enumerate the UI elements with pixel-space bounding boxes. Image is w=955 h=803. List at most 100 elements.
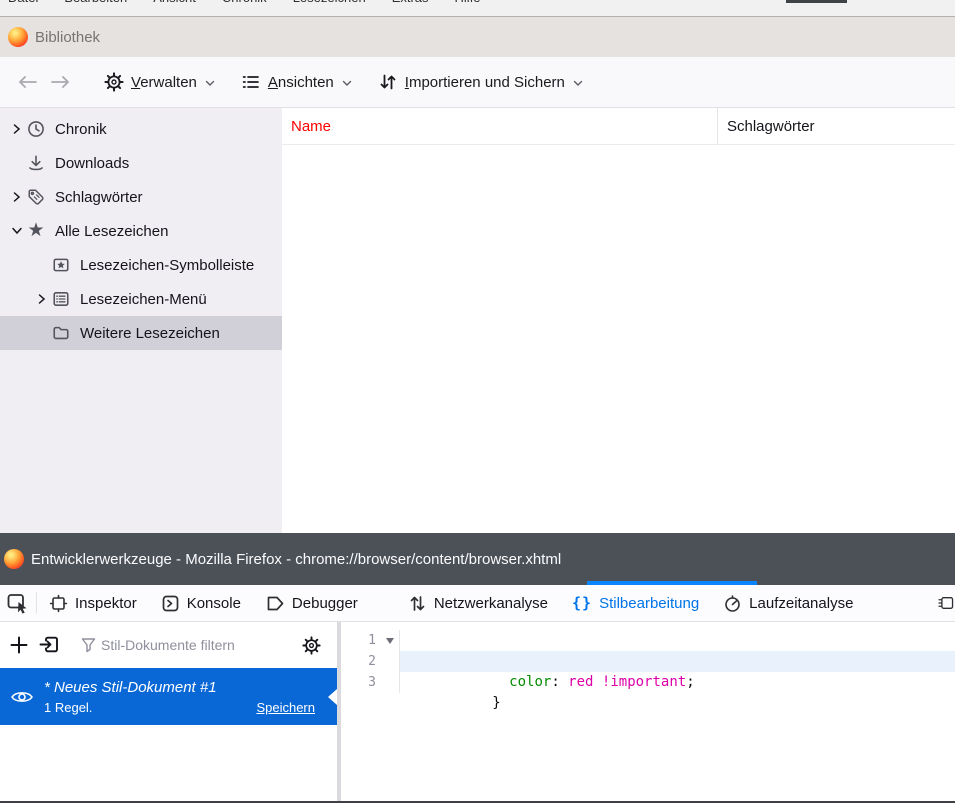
library-toolbar: Verwalten Ansichten bbox=[0, 57, 955, 108]
node-picker-button[interactable] bbox=[0, 585, 36, 621]
inspector-icon bbox=[49, 594, 68, 613]
debugger-icon bbox=[265, 594, 285, 613]
stylesheet-toolbar bbox=[0, 622, 337, 668]
code-line-active[interactable]: 2 color: red !important; bbox=[341, 651, 955, 672]
collapse-chevron-icon[interactable] bbox=[8, 227, 26, 235]
devtools-titlebar: Entwicklerwerkzeuge - Mozilla Firefox - … bbox=[0, 533, 955, 585]
bookmarks-toolbar-icon bbox=[51, 255, 71, 275]
sidebar-item-label: Alle Lesezeichen bbox=[55, 223, 168, 240]
library-main-pane: Name Schlagwörter bbox=[282, 108, 955, 533]
line-number: 2 bbox=[341, 651, 381, 672]
node-picker-icon bbox=[6, 592, 30, 614]
tab-stilbearbeitung[interactable]: {} Stilbearbeitung bbox=[560, 585, 711, 621]
sidebar-item-label: Chronik bbox=[55, 121, 107, 138]
menu-lesezeichen[interactable]: Lesezeichen bbox=[293, 0, 366, 16]
tab-label: Inspektor bbox=[75, 595, 137, 612]
tab-speicher-partial[interactable] bbox=[929, 585, 955, 621]
list-view-icon bbox=[241, 72, 261, 92]
fold-toggle[interactable] bbox=[381, 638, 399, 644]
screen: Datei Bearbeiten Ansicht Chronik Lesezei… bbox=[0, 0, 955, 803]
new-stylesheet-button[interactable] bbox=[5, 631, 33, 659]
menu-ansicht[interactable]: Ansicht bbox=[153, 0, 196, 16]
gutter: 1 bbox=[341, 630, 400, 651]
background-window-edge bbox=[786, 0, 847, 3]
devtools-window-title: Entwicklerwerkzeuge - Mozilla Firefox - … bbox=[31, 551, 561, 568]
back-button[interactable] bbox=[10, 65, 44, 99]
expand-chevron-icon[interactable] bbox=[33, 293, 51, 305]
forward-button[interactable] bbox=[44, 65, 78, 99]
manage-label: Verwalten bbox=[131, 74, 197, 91]
gear-icon bbox=[104, 72, 124, 92]
chevron-down-icon bbox=[342, 80, 352, 87]
tab-laufzeitanalyse[interactable]: Laufzeitanalyse bbox=[711, 585, 865, 621]
tab-netzwerkanalyse[interactable]: Netzwerkanalyse bbox=[396, 585, 560, 621]
column-header-schlagwoerter[interactable]: Schlagwörter bbox=[717, 108, 955, 144]
import-stylesheet-button[interactable] bbox=[35, 631, 63, 659]
import-icon bbox=[38, 635, 60, 655]
tab-label: Konsole bbox=[187, 595, 241, 612]
sidebar-item-weitere-lesezeichen[interactable]: Weitere Lesezeichen bbox=[0, 316, 282, 350]
views-menu-button[interactable]: Ansichten bbox=[241, 72, 352, 92]
tab-label: Netzwerkanalyse bbox=[434, 595, 548, 612]
column-header-name[interactable]: Name bbox=[282, 108, 717, 144]
sidebar-item-schlagwoerter[interactable]: Schlagwörter bbox=[0, 180, 282, 214]
bookmarks-menu-icon bbox=[51, 289, 71, 309]
filter-funnel-icon bbox=[81, 637, 96, 653]
menu-extras[interactable]: Extras bbox=[392, 0, 429, 16]
chevron-down-icon bbox=[573, 80, 583, 87]
stylesheet-list-panel: * Neues Stil-Dokument #1 1 Regel. Speich… bbox=[0, 622, 337, 801]
forward-arrow-icon bbox=[50, 75, 72, 89]
fold-arrow-icon bbox=[386, 638, 394, 644]
css-source-editor[interactable]: 1 #placesContentTitle { 2 color: red !im… bbox=[341, 622, 955, 801]
selected-item-notch bbox=[328, 689, 337, 705]
sidebar-item-alle-lesezeichen[interactable]: ★ Alle Lesezeichen bbox=[0, 214, 282, 248]
menu-bearbeiten[interactable]: Bearbeiten bbox=[64, 0, 127, 16]
tab-label: Laufzeitanalyse bbox=[749, 595, 853, 612]
save-link[interactable]: Speichern bbox=[256, 700, 315, 715]
tab-inspektor[interactable]: Inspektor bbox=[37, 585, 149, 621]
style-editor-options-button[interactable] bbox=[297, 631, 325, 659]
code-line[interactable]: 1 #placesContentTitle { bbox=[341, 630, 955, 651]
firefox-icon bbox=[4, 549, 24, 569]
network-icon bbox=[408, 594, 427, 613]
style-editor-braces-icon: {} bbox=[572, 594, 592, 612]
sidebar-item-label: Weitere Lesezeichen bbox=[80, 325, 220, 342]
stylesheet-name: * Neues Stil-Dokument #1 bbox=[44, 679, 315, 696]
menu-datei[interactable]: Datei bbox=[8, 0, 38, 16]
star-icon: ★ bbox=[26, 221, 46, 241]
chevron-down-icon bbox=[205, 80, 215, 87]
import-backup-menu-button[interactable]: Importieren und Sichern bbox=[378, 72, 583, 92]
library-titlebar: Bibliothek bbox=[0, 17, 955, 57]
memory-chip-icon bbox=[937, 593, 955, 613]
filter-field[interactable] bbox=[81, 637, 295, 653]
sidebar-item-label: Lesezeichen-Menü bbox=[80, 291, 207, 308]
back-arrow-icon bbox=[16, 75, 38, 89]
stylesheet-rule-count: 1 Regel. bbox=[44, 700, 92, 715]
line-number: 1 bbox=[341, 630, 381, 651]
sidebar-item-lesezeichen-symbolleiste[interactable]: Lesezeichen-Symbolleiste bbox=[0, 248, 282, 282]
import-backup-label: Importieren und Sichern bbox=[405, 74, 565, 91]
console-icon bbox=[161, 594, 180, 613]
tab-konsole[interactable]: Konsole bbox=[149, 585, 253, 621]
gutter: 2 bbox=[341, 651, 400, 672]
tab-debugger[interactable]: Debugger bbox=[253, 585, 370, 621]
sidebar-item-label: Lesezeichen-Symbolleiste bbox=[80, 257, 254, 274]
gutter: 3 bbox=[341, 672, 400, 693]
manage-menu-button[interactable]: Verwalten bbox=[104, 72, 215, 92]
sidebar-item-downloads[interactable]: Downloads bbox=[0, 146, 282, 180]
code-line[interactable]: 3 } bbox=[341, 672, 955, 693]
library-window-title: Bibliothek bbox=[35, 29, 100, 46]
gear-icon bbox=[302, 636, 321, 655]
menu-chronik[interactable]: Chronik bbox=[222, 0, 267, 16]
expand-chevron-icon[interactable] bbox=[8, 123, 26, 135]
filter-input[interactable] bbox=[101, 637, 251, 653]
expand-chevron-icon[interactable] bbox=[8, 191, 26, 203]
sidebar-item-chronik[interactable]: Chronik bbox=[0, 112, 282, 146]
menu-hilfe[interactable]: Hilfe bbox=[455, 0, 481, 16]
toggle-visibility-button[interactable] bbox=[0, 689, 44, 705]
stylesheet-list-item-selected[interactable]: * Neues Stil-Dokument #1 1 Regel. Speich… bbox=[0, 668, 337, 725]
eye-icon bbox=[10, 689, 34, 705]
sidebar-item-lesezeichen-menue[interactable]: Lesezeichen-Menü bbox=[0, 282, 282, 316]
bookmarks-list-empty[interactable] bbox=[282, 145, 955, 533]
folder-icon bbox=[51, 323, 71, 343]
